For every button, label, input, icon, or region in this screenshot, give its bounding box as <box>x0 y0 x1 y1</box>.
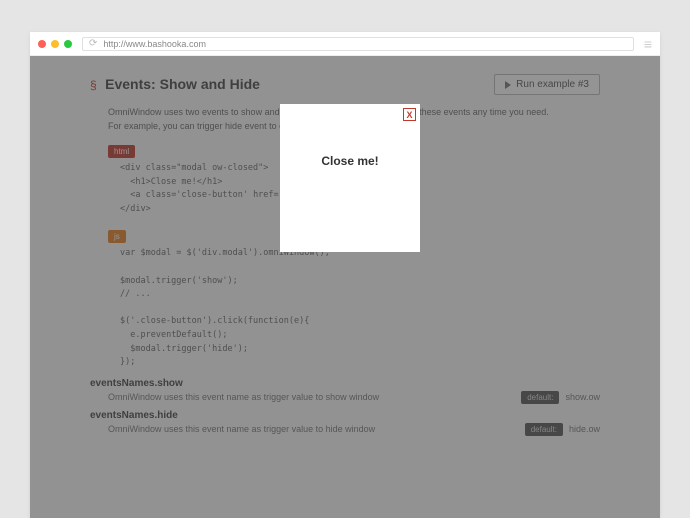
close-window-icon[interactable] <box>38 40 46 48</box>
modal-dialog: X Close me! <box>280 104 420 252</box>
page-viewport: § Events: Show and Hide Run example #3 O… <box>30 56 660 518</box>
url-text: http://www.bashooka.com <box>103 39 206 49</box>
minimize-window-icon[interactable] <box>51 40 59 48</box>
close-button[interactable]: X <box>403 108 416 121</box>
menu-icon[interactable]: ≡ <box>644 37 652 51</box>
modal-title: Close me! <box>286 154 414 168</box>
address-bar[interactable]: ⟳ http://www.bashooka.com <box>82 37 634 51</box>
browser-chrome: ⟳ http://www.bashooka.com ≡ <box>30 32 660 56</box>
maximize-window-icon[interactable] <box>64 40 72 48</box>
reload-icon[interactable]: ⟳ <box>89 38 97 49</box>
browser-window: ⟳ http://www.bashooka.com ≡ § Events: Sh… <box>30 32 660 518</box>
window-controls <box>38 40 72 48</box>
close-icon: X <box>406 110 412 120</box>
